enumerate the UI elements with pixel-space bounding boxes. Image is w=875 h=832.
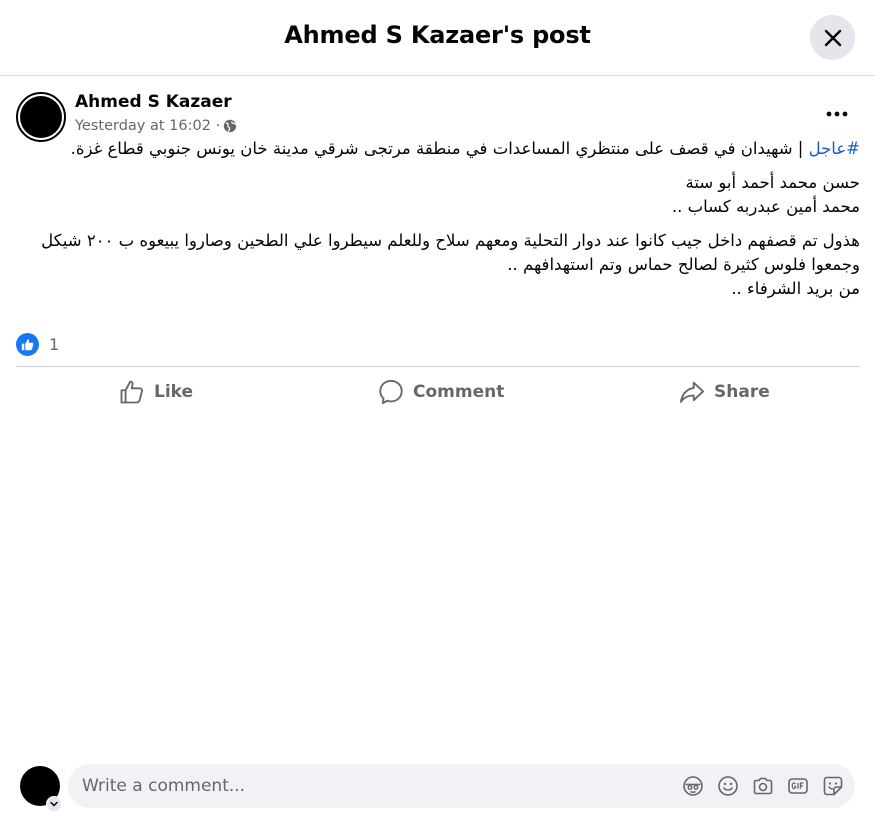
like-button[interactable]: Like (118, 376, 193, 408)
like-icon (21, 339, 34, 351)
post-line: هذول تم قصفهم داخل جيب كانوا عند دوار ال… (41, 231, 860, 274)
post-line: محمد أمين عبدربه كساب .. (671, 197, 860, 216)
page-title: Ahmed S Kazaer's post (284, 21, 591, 49)
post-paragraph-1-text: | شهيدان في قصف على منتظري المساعدات في … (70, 139, 809, 158)
thumbs-up-icon (120, 380, 143, 404)
share-label: Share (714, 382, 770, 402)
reactions-summary[interactable]: 1 (16, 333, 59, 356)
camera-icon (753, 777, 773, 795)
like-reaction-icon (16, 333, 39, 356)
close-button[interactable] (810, 15, 855, 60)
post-meta: Yesterday at 16:02 · (75, 118, 237, 134)
post-paragraph-1: #عاجل | شهيدان في قصف على منتظري المساعد… (28, 137, 860, 161)
avatar-sticker-button[interactable] (682, 775, 704, 797)
emoji-icon (718, 776, 738, 796)
post-paragraph-2: حسن محمد أحمد أبو ستة محمد أمين عبدربه ك… (28, 171, 860, 219)
gif-button[interactable] (787, 775, 809, 797)
avatar-switch-button[interactable] (46, 796, 62, 812)
avatar-image (20, 96, 62, 138)
dialog-header: Ahmed S Kazaer's post (0, 0, 875, 76)
post-timestamp[interactable]: Yesterday at 16:02 · (75, 118, 220, 134)
hashtag-link[interactable]: #عاجل (809, 139, 860, 158)
close-icon (824, 29, 841, 46)
author-avatar[interactable] (16, 92, 66, 142)
post-text: #عاجل | شهيدان في قصف على منتظري المساعد… (28, 137, 860, 311)
share-button[interactable]: Share (678, 376, 770, 408)
divider (16, 366, 860, 367)
more-options-button[interactable] (817, 100, 857, 128)
author-name[interactable]: Ahmed S Kazaer (75, 92, 232, 112)
comment-input[interactable]: Write a comment... (68, 764, 855, 808)
gif-icon (788, 778, 808, 794)
post-line: من بريد الشرفاء .. (731, 279, 860, 298)
avatar-sticker-icon (683, 776, 703, 796)
reaction-count: 1 (49, 335, 60, 354)
sticker-button[interactable] (822, 775, 844, 797)
share-icon (679, 381, 705, 403)
comment-placeholder: Write a comment... (82, 776, 246, 796)
comment-label: Comment (413, 382, 505, 402)
globe-icon (223, 119, 237, 133)
chevron-down-icon (50, 801, 58, 807)
photo-button[interactable] (752, 775, 774, 797)
comment-icon (379, 379, 403, 405)
post-paragraph-3: هذول تم قصفهم داخل جيب كانوا عند دوار ال… (28, 229, 860, 301)
more-icon (826, 111, 848, 117)
sticker-icon (823, 776, 843, 796)
like-label: Like (154, 382, 194, 402)
comment-button[interactable]: Comment (377, 376, 504, 408)
emoji-button[interactable] (717, 775, 739, 797)
post-line: حسن محمد أحمد أبو ستة (685, 173, 860, 192)
